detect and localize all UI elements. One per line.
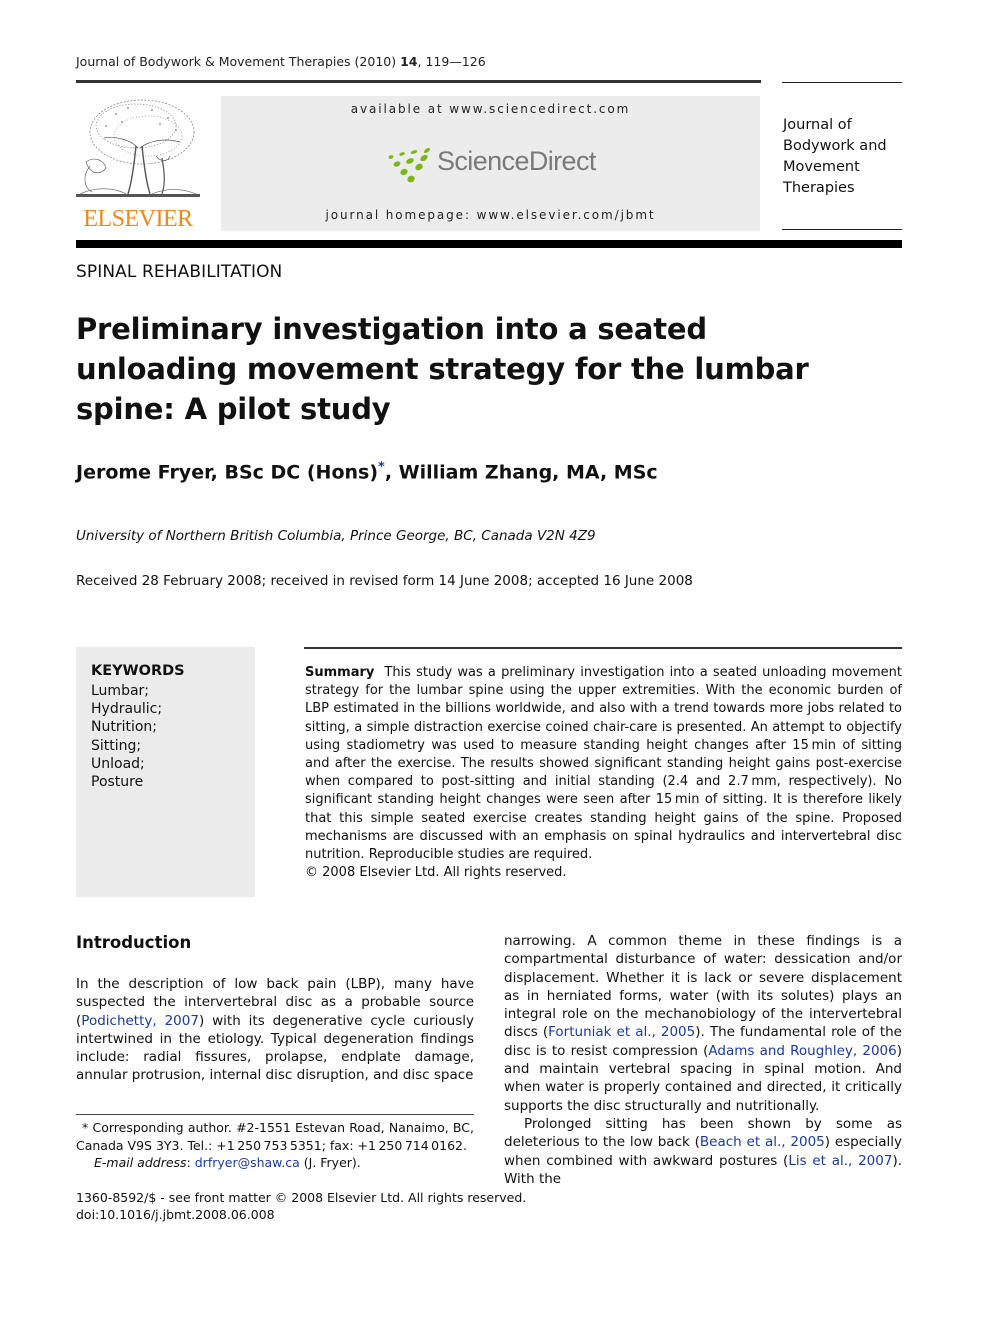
- available-at-text[interactable]: available at www.sciencedirect.com: [221, 102, 760, 116]
- citation-link[interactable]: Lis et al., 2007: [788, 1153, 892, 1169]
- abstract-label: Summary: [305, 665, 375, 680]
- sciencedirect-banner: available at www.sciencedirect.com Scien…: [221, 96, 760, 231]
- affiliation: University of Northern British Columbia,…: [76, 528, 596, 544]
- abstract: Summary This study was a preliminary inve…: [305, 664, 902, 864]
- running-head-journal: Journal of Bodywork & Movement Therapies…: [76, 54, 401, 69]
- journal-name-rule-top: [782, 82, 902, 83]
- bottom-meta: 1360-8592/$ - see front matter © 2008 El…: [76, 1189, 526, 1223]
- email-suffix: (J. Fryer).: [299, 1155, 361, 1171]
- citation-link[interactable]: Beach et al., 2005: [700, 1134, 825, 1150]
- journal-name-line: Journal of: [783, 117, 852, 133]
- front-matter: 1360-8592/$ - see front matter © 2008 El…: [76, 1190, 527, 1205]
- journal-name: Journal of Bodywork and Movement Therapi…: [783, 115, 908, 199]
- email-line: E-mail address: drfryer@shaw.ca (J. Frye…: [76, 1154, 474, 1172]
- paragraph: narrowing. A common theme in these findi…: [504, 932, 902, 1115]
- keyword-item: Posture: [91, 774, 144, 791]
- author-1: Jerome Fryer, BSc DC (Hons): [76, 461, 379, 484]
- citation-link[interactable]: Adams and Roughley, 2006: [708, 1043, 896, 1059]
- running-head-volume: 14: [400, 54, 418, 69]
- abstract-text: This study was a preliminary investigati…: [305, 665, 902, 863]
- sciencedirect-logo[interactable]: ScienceDirect: [387, 144, 607, 184]
- keywords-box: KEYWORDS Lumbar; Hydraulic; Nutrition; S…: [76, 647, 255, 897]
- footnote-rule: [76, 1114, 474, 1115]
- abstract-rule: [304, 647, 902, 649]
- running-head-pages: , 119—126: [417, 54, 486, 69]
- masthead-rule: [76, 240, 902, 248]
- doi[interactable]: doi:10.1016/j.jbmt.2008.06.008: [76, 1206, 526, 1223]
- journal-name-rule-bottom: [782, 229, 902, 230]
- citation-link[interactable]: Podichetty, 2007: [81, 1013, 199, 1029]
- keyword-item: Hydraulic;: [91, 701, 163, 718]
- sciencedirect-wordmark: ScienceDirect: [437, 146, 596, 176]
- sciencedirect-dots-icon: [388, 148, 431, 183]
- journal-name-line: Bodywork and: [783, 138, 887, 154]
- keyword-item: Lumbar;: [91, 683, 150, 699]
- citation-link[interactable]: Fortuniak et al., 2005: [548, 1024, 695, 1040]
- journal-homepage-text[interactable]: journal homepage: www.elsevier.com/jbmt: [221, 208, 760, 222]
- email-sep: :: [186, 1155, 195, 1171]
- keyword-item: Unload;: [91, 755, 145, 772]
- keywords-title: KEYWORDS: [91, 663, 185, 679]
- abstract-copyright: © 2008 Elsevier Ltd. All rights reserved…: [305, 865, 567, 880]
- journal-name-line: Movement: [783, 159, 860, 175]
- corresponding-author-note: * Corresponding author. #2-1551 Estevan …: [76, 1120, 474, 1153]
- email-label: E-mail address: [94, 1155, 187, 1171]
- running-head: Journal of Bodywork & Movement Therapies…: [76, 54, 486, 69]
- article-title: Preliminary investigation into a seated …: [76, 312, 809, 426]
- corresponding-author-mark[interactable]: *: [378, 460, 385, 475]
- elsevier-logo: ELSEVIER: [76, 96, 200, 232]
- email-link[interactable]: drfryer@shaw.ca: [195, 1155, 300, 1170]
- introduction-heading: Introduction: [76, 933, 192, 952]
- article-dates: Received 28 February 2008; received in r…: [76, 573, 693, 589]
- keyword-item: Sitting;: [91, 737, 142, 754]
- keywords-list: Lumbar; Hydraulic; Nutrition; Sitting; U…: [91, 682, 162, 791]
- author-2: , William Zhang, MA, MSc: [384, 461, 658, 484]
- elsevier-tree-icon: [76, 99, 200, 197]
- authors: Jerome Fryer, BSc DC (Hons)*, William Zh…: [76, 460, 658, 483]
- header-rule: [76, 80, 761, 83]
- journal-name-line: Therapies: [783, 180, 855, 196]
- body-column-left: In the description of low back pain (LBP…: [76, 975, 474, 1085]
- paragraph: Prolonged sitting has been shown by some…: [504, 1115, 902, 1188]
- elsevier-wordmark: ELSEVIER: [83, 206, 193, 232]
- section-label: SPINAL REHABILITATION: [76, 262, 283, 282]
- footnote: * Corresponding author. #2-1551 Estevan …: [76, 1119, 474, 1172]
- keyword-item: Nutrition;: [91, 719, 158, 736]
- body-column-right: narrowing. A common theme in these findi…: [504, 932, 902, 1188]
